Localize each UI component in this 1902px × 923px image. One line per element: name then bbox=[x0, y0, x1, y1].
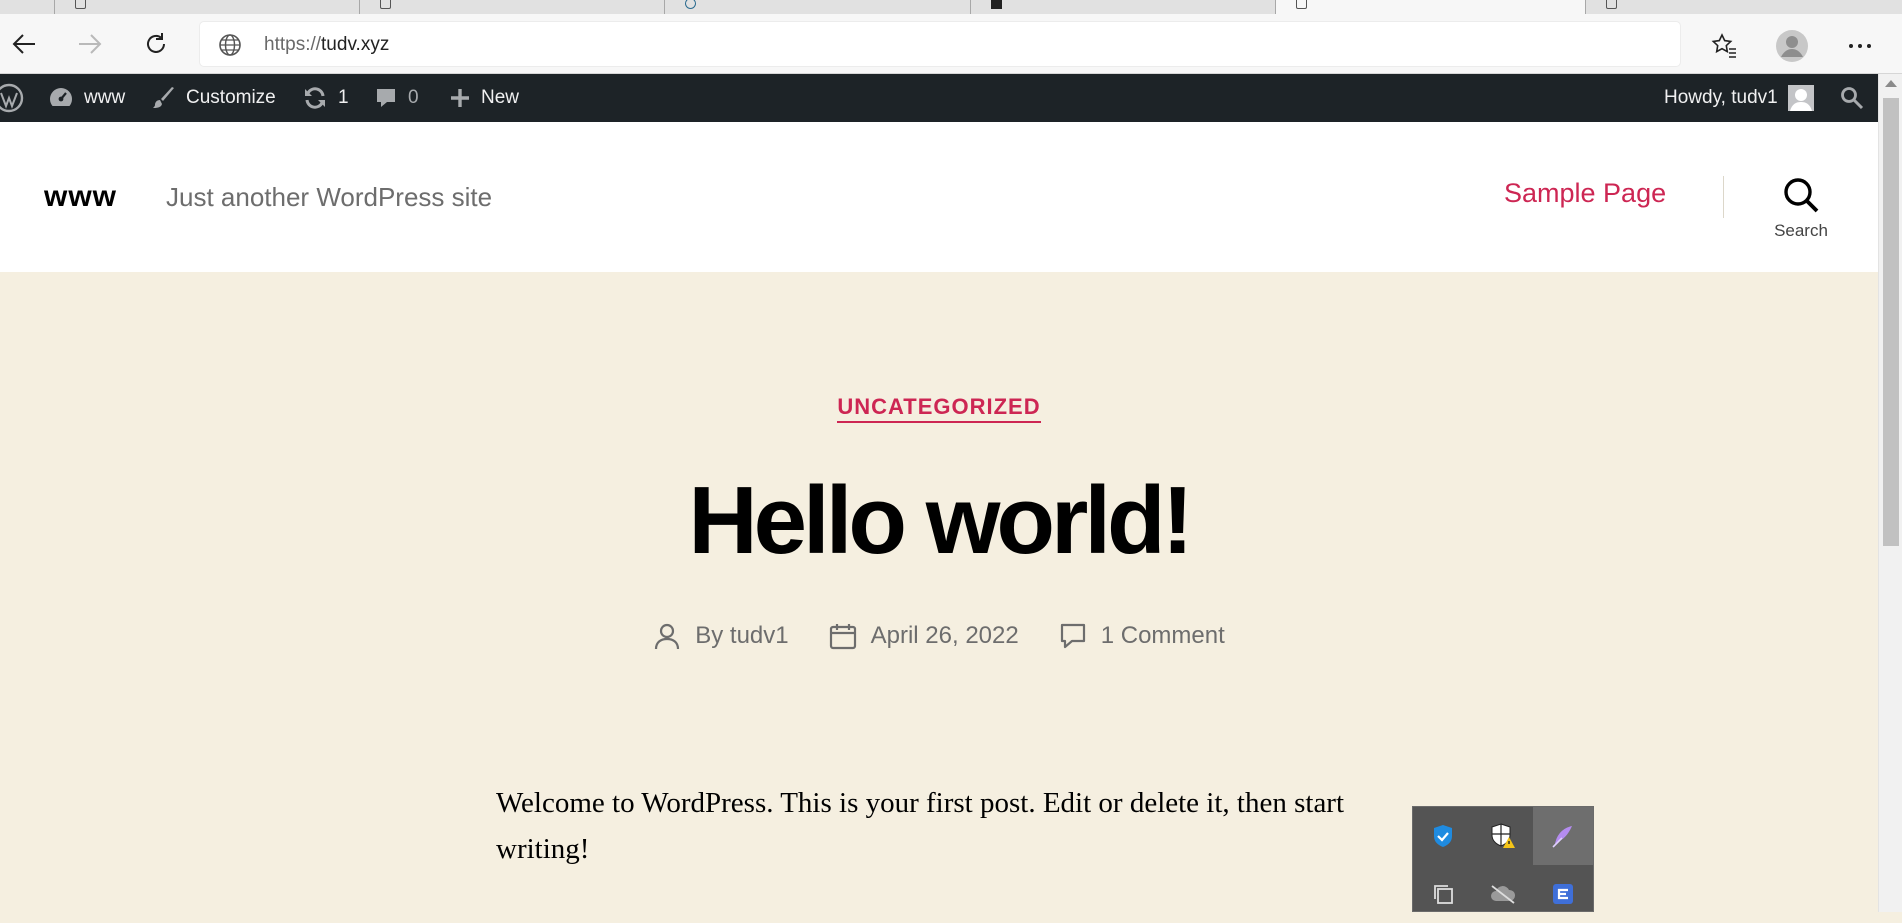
nav-item-sample-page[interactable]: Sample Page bbox=[1504, 178, 1666, 209]
site-name-menu[interactable]: www bbox=[48, 74, 125, 122]
user-avatar bbox=[1787, 85, 1814, 111]
search-icon bbox=[1841, 87, 1864, 110]
post-comments-link[interactable]: 1 Comment bbox=[1059, 622, 1225, 650]
browser-tab[interactable] bbox=[55, 0, 360, 14]
more-dots-icon bbox=[1849, 44, 1871, 48]
dashboard-gauge-icon bbox=[50, 88, 72, 106]
url-scheme: https:// bbox=[264, 34, 322, 55]
refresh-icon bbox=[147, 33, 165, 53]
search-label: Search bbox=[1774, 221, 1828, 240]
category-link[interactable]: UNCATEGORIZED bbox=[837, 394, 1041, 423]
site-description: Just another WordPress site bbox=[166, 182, 493, 212]
back-arrow-icon bbox=[12, 34, 35, 54]
profile-button[interactable] bbox=[1774, 28, 1810, 64]
browser-tab[interactable] bbox=[0, 0, 55, 14]
page-scrollbar[interactable] bbox=[1878, 74, 1902, 912]
user-icon bbox=[655, 623, 680, 650]
wordpress-logo-icon bbox=[0, 83, 24, 113]
forward-button[interactable] bbox=[74, 28, 106, 60]
browser-tab-active[interactable] bbox=[1276, 0, 1586, 14]
customize-link[interactable]: Customize bbox=[152, 74, 276, 122]
browser-tab[interactable] bbox=[665, 0, 971, 14]
post-comments-text: 1 Comment bbox=[1100, 622, 1225, 649]
wp-admin-bar: www Customize 1 0 New Howdy, tudv1 bbox=[0, 74, 1878, 122]
post-content: Welcome to WordPress. This is your first… bbox=[496, 787, 1345, 865]
address-bar[interactable]: https://tudv.xyz bbox=[200, 22, 1680, 66]
defender-shield-icon[interactable] bbox=[1413, 807, 1473, 865]
back-button[interactable] bbox=[8, 28, 40, 60]
post-meta: By tudv1 April 26, 2022 1 Comment bbox=[0, 622, 1878, 650]
comments-count: 0 bbox=[408, 87, 419, 108]
updates-count: 1 bbox=[338, 87, 349, 108]
browser-tab[interactable] bbox=[360, 0, 665, 14]
my-account-menu[interactable]: Howdy, tudv1 bbox=[1664, 74, 1814, 122]
refresh-button[interactable] bbox=[140, 28, 172, 60]
browser-toolbar: https://tudv.xyz bbox=[0, 14, 1902, 74]
chart-icon bbox=[991, 0, 1002, 9]
url-host: tudv.xyz bbox=[321, 34, 390, 55]
paintbrush-icon bbox=[153, 87, 174, 108]
scroll-up-arrow-icon[interactable] bbox=[1885, 80, 1897, 87]
page-icon bbox=[380, 0, 391, 9]
site-icon bbox=[685, 0, 696, 9]
new-content-menu[interactable]: New bbox=[449, 74, 519, 122]
post-author[interactable]: By tudv1 bbox=[653, 622, 789, 650]
favorites-button[interactable] bbox=[1706, 28, 1742, 64]
more-menu-button[interactable] bbox=[1842, 28, 1878, 64]
comment-bubble-icon bbox=[377, 89, 395, 107]
security-warning-icon[interactable] bbox=[1473, 807, 1533, 865]
page-icon bbox=[1296, 0, 1307, 9]
favorites-star-icon bbox=[1711, 33, 1736, 58]
new-label: New bbox=[481, 87, 520, 108]
system-tray-overflow bbox=[1412, 806, 1594, 912]
browser-tab[interactable] bbox=[1586, 0, 1902, 14]
tab-strip bbox=[0, 0, 1902, 14]
globe-icon bbox=[218, 33, 242, 62]
app-e-icon[interactable] bbox=[1533, 865, 1593, 923]
search-icon bbox=[1784, 178, 1819, 213]
post-date[interactable]: April 26, 2022 bbox=[829, 622, 1019, 650]
site-header: www Just another WordPress site Sample P… bbox=[0, 122, 1878, 272]
page-icon bbox=[1606, 0, 1617, 9]
comment-icon bbox=[1060, 623, 1085, 649]
page-icon bbox=[75, 0, 86, 9]
comments-link[interactable]: 0 bbox=[374, 74, 419, 122]
copy-icon[interactable] bbox=[1413, 865, 1473, 923]
header-divider bbox=[1723, 176, 1724, 218]
calendar-icon bbox=[829, 624, 856, 650]
profile-avatar-icon bbox=[1776, 30, 1808, 62]
howdy-text: Howdy, tudv1 bbox=[1664, 87, 1778, 108]
feather-pen-icon[interactable] bbox=[1533, 807, 1593, 865]
default-avatar-icon bbox=[1789, 89, 1812, 111]
address-url[interactable]: https://tudv.xyz bbox=[264, 34, 389, 56]
browser-tab[interactable] bbox=[971, 0, 1276, 14]
post-title: Hello world! bbox=[688, 467, 1193, 574]
post-author-text: By tudv1 bbox=[695, 622, 789, 649]
admin-bar-site-name: www bbox=[84, 87, 126, 108]
scrollbar-thumb[interactable] bbox=[1883, 98, 1899, 546]
updates-link[interactable]: 1 bbox=[302, 74, 349, 122]
post-date-text: April 26, 2022 bbox=[870, 622, 1019, 649]
wp-logo-menu[interactable] bbox=[0, 74, 24, 122]
post-category: UNCATEGORIZED bbox=[0, 394, 1878, 423]
forward-arrow-icon bbox=[79, 34, 102, 54]
header-search-toggle[interactable]: Search bbox=[1765, 176, 1837, 241]
cloud-offline-icon[interactable] bbox=[1473, 865, 1533, 923]
plus-icon bbox=[451, 89, 469, 107]
admin-bar-search[interactable] bbox=[1840, 74, 1864, 122]
site-title[interactable]: www bbox=[44, 180, 117, 214]
customize-label: Customize bbox=[186, 87, 276, 108]
updates-refresh-icon bbox=[305, 87, 325, 109]
